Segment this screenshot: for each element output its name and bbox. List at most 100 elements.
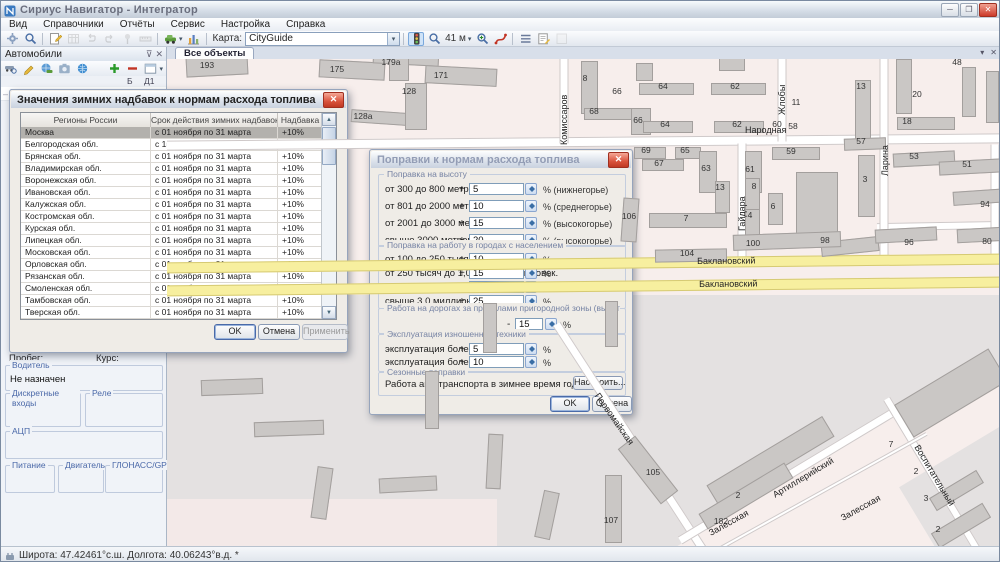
table-row[interactable]: Ивановская обл.с 01 ноября по 31 марта+1… (21, 187, 322, 199)
spinner-control[interactable] (525, 217, 537, 229)
dialog2-close-icon[interactable]: ✕ (608, 152, 629, 168)
cell-period: с 01 ноября по 31 марта (151, 127, 278, 138)
value-field[interactable]: 15 (469, 217, 524, 229)
menu-item-0[interactable]: Вид (1, 18, 35, 31)
building-number: 64 (658, 81, 667, 91)
edit-doc-icon[interactable] (47, 32, 63, 46)
table-row[interactable]: Тверская обл.с 01 ноября по 31 марта+10% (21, 307, 322, 319)
discrete-inputs-group: Дискретные входы (5, 393, 81, 427)
dialog1-close-icon[interactable]: ✕ (323, 92, 344, 108)
scroll-down-icon[interactable]: ▼ (322, 306, 336, 319)
col-region: Регионы России (21, 113, 151, 127)
zoom-icon[interactable] (426, 32, 442, 46)
value-field[interactable]: 10 (469, 356, 524, 368)
route-icon[interactable] (492, 32, 508, 46)
adc-group: АЦП (5, 431, 163, 459)
cell-region: Владимирская обл. (21, 163, 151, 174)
dialog2-ok-button[interactable]: OK (550, 396, 590, 412)
table-row[interactable]: Брянская обл.с 01 ноября по 31 марта+10% (21, 151, 322, 163)
chart-icon[interactable] (186, 32, 202, 46)
cell-period: с 01 ноября по 31 марта (151, 151, 278, 162)
value-field[interactable]: 10 (469, 200, 524, 212)
value-field[interactable]: 5 (469, 183, 524, 195)
cell-allowance: +10% (278, 175, 322, 186)
panel-icon[interactable] (142, 62, 158, 76)
sign-label: + (459, 201, 465, 212)
car-icon[interactable] (162, 32, 178, 46)
add-icon[interactable] (106, 62, 122, 76)
dialog1-ok-button[interactable]: OK (214, 324, 256, 340)
building-number: 18 (902, 116, 911, 126)
pin-icon[interactable]: ⊽ (146, 49, 153, 60)
column-d1: Д1 (144, 76, 154, 86)
panel-close-icon[interactable]: ✕ (155, 49, 163, 60)
table-row[interactable]: Москвас 01 ноября по 31 марта+10% (21, 127, 322, 139)
map-source-combo[interactable]: CityGuide▾ (245, 32, 400, 46)
dialog1-cancel-button[interactable]: Отмена (258, 324, 300, 340)
pin-map-icon[interactable] (119, 32, 135, 46)
building-number: 179а (382, 59, 401, 67)
building-number: 61 (745, 164, 754, 174)
undo-icon[interactable] (83, 32, 99, 46)
suffix-label: % (высокогорье) (543, 219, 612, 229)
building-number: 57 (856, 136, 865, 146)
globe-car-icon[interactable] (38, 62, 54, 76)
table-row[interactable]: Калужская обл.с 01 ноября по 31 марта+10… (21, 199, 322, 211)
car-search-icon[interactable] (2, 62, 18, 76)
remove-icon[interactable] (124, 62, 140, 76)
spinner-control[interactable] (525, 200, 537, 212)
traffic-light-icon[interactable] (408, 32, 424, 46)
note-icon[interactable] (535, 32, 551, 46)
menu-item-5[interactable]: Справка (278, 18, 333, 31)
close-button[interactable]: ✕ (979, 3, 997, 17)
spinner-control[interactable] (525, 183, 537, 195)
cell-period: с 01 ноября по 31 марта (151, 319, 278, 320)
table-row[interactable]: Курская обл.с 01 ноября по 31 марта+10% (21, 223, 322, 235)
frame-icon[interactable] (553, 32, 569, 46)
menu-item-3[interactable]: Сервис (163, 18, 213, 31)
table-row[interactable]: Московская обл.с 01 ноября по 31 марта+1… (21, 247, 322, 259)
scroll-up-icon[interactable]: ▲ (322, 113, 336, 126)
globe-icon[interactable] (74, 62, 90, 76)
pencil-icon[interactable] (20, 62, 36, 76)
building-number: 66 (612, 86, 621, 96)
grid-icon[interactable] (65, 32, 81, 46)
tab-menu-icon[interactable]: ▾ (980, 48, 984, 57)
gear-icon[interactable] (4, 32, 20, 46)
dialog1-apply-button[interactable]: Применить (302, 324, 348, 340)
minimize-button[interactable]: ─ (941, 3, 959, 17)
correction-row: от 801 до 2000 метров+10% (среднегорье) (379, 200, 625, 213)
redo-icon[interactable] (101, 32, 117, 46)
list-icon[interactable] (517, 32, 533, 46)
cell-region: Рязанская обл. (21, 271, 151, 282)
dialog1-title: Значения зимних надбавок к нормам расход… (17, 94, 316, 106)
cell-allowance: +10% (278, 319, 322, 320)
table-row[interactable]: Воронежская обл.с 01 ноября по 31 марта+… (21, 175, 322, 187)
cell-region: Брянская обл. (21, 151, 151, 162)
menu-item-1[interactable]: Справочники (35, 18, 112, 31)
cell-period: с 01 ноября по 31 марта (151, 223, 278, 234)
cell-allowance: +10% (278, 151, 322, 162)
zoom-plus-icon[interactable] (474, 32, 490, 46)
photo-icon[interactable] (56, 62, 72, 76)
zoom-level-dropdown[interactable]: 41 м▾ (445, 33, 471, 44)
table-row[interactable]: Тульская обл.с 01 ноября по 31 марта+10% (21, 319, 322, 320)
table-row[interactable]: Владимирская обл.с 01 ноября по 31 марта… (21, 163, 322, 175)
correction-row: от 2001 до 3000 метров+15% (высокогорье) (379, 217, 625, 230)
tab-close-icon[interactable]: ✕ (990, 48, 997, 57)
table-row[interactable]: Костромская обл.с 01 ноября по 31 марта+… (21, 211, 322, 223)
ruler-icon[interactable] (137, 32, 153, 46)
menu-item-4[interactable]: Настройка (213, 18, 278, 31)
building-number: 4 (748, 210, 753, 220)
zoom-icon[interactable] (22, 32, 38, 46)
spinner-control[interactable] (525, 356, 537, 368)
tree-expander[interactable]: – (3, 89, 8, 99)
building-number: 68 (589, 106, 598, 116)
building-number: 67 (654, 158, 663, 168)
table-row[interactable]: Липецкая обл.с 01 ноября по 31 марта+10% (21, 235, 322, 247)
table-row[interactable]: Тамбовская обл.с 01 ноября по 31 марта+1… (21, 295, 322, 307)
cell-region: Тверская обл. (21, 307, 151, 318)
menu-item-2[interactable]: Отчёты (112, 18, 163, 31)
spinner-control[interactable] (525, 343, 537, 355)
restore-button[interactable]: ❐ (960, 3, 978, 17)
